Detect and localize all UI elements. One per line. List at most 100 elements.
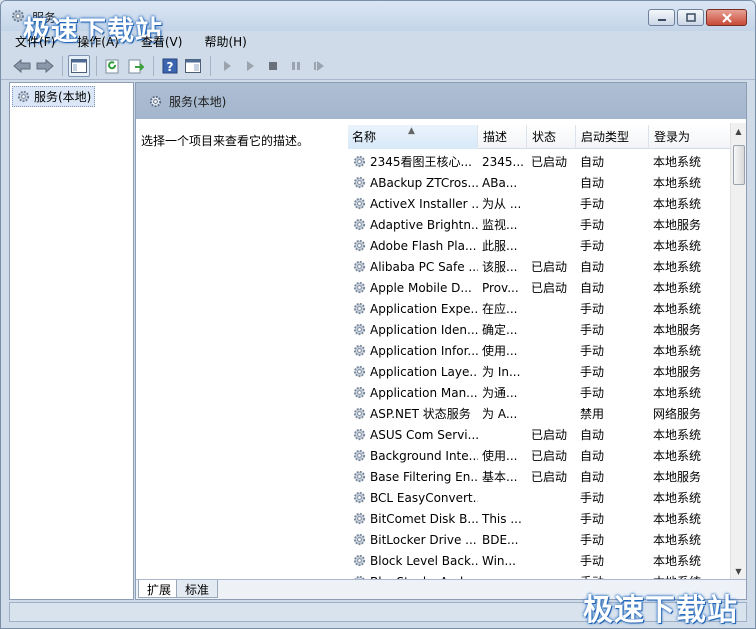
cell-log-on-as: 本地系统: [653, 260, 702, 274]
cell-description: 此服...: [482, 239, 518, 253]
table-row[interactable]: Adaptive Brightn... 监视... 手动 本地服务: [348, 214, 734, 235]
service-gear-icon: [353, 533, 366, 546]
tree-item-label: 服务(本地): [34, 90, 92, 104]
cell-name: Adaptive Brightn...: [348, 217, 478, 232]
menu-view[interactable]: 查看(V): [141, 33, 183, 50]
column-header-description[interactable]: 描述: [478, 125, 527, 149]
table-row[interactable]: ActiveX Installer ... 为从 ... 手动 本地系统: [348, 193, 734, 214]
restart-service-button[interactable]: [308, 55, 330, 77]
menu-action[interactable]: 操作(A): [77, 33, 119, 50]
close-button[interactable]: [706, 9, 747, 26]
table-row[interactable]: ASP.NET 状态服务为 A... 禁用 网络服务: [348, 403, 734, 424]
stop-service-button[interactable]: [262, 55, 284, 77]
description-text: 选择一个项目来查看它的描述。: [141, 134, 310, 148]
help-icon: ?: [162, 58, 178, 74]
table-row[interactable]: Application Infor... 使用... 手动 本地系统: [348, 340, 734, 361]
list-rows: 2345看图王核心... 2345... 已启动 自动 本地系统 ABackup ZTCr…: [348, 151, 734, 579]
cell-log-on-as: 本地服务: [653, 218, 702, 232]
cell-startup-type: 手动: [580, 491, 605, 505]
tab-extended[interactable]: 扩展: [138, 580, 181, 598]
export-list-button[interactable]: [125, 55, 147, 77]
watermark-logo-bottom: 极速下载站: [583, 593, 738, 628]
maximize-button[interactable]: [677, 9, 704, 26]
service-name: Apple Mobile D...: [370, 280, 472, 295]
tab-standard[interactable]: 标准: [176, 580, 219, 598]
scroll-up-arrow-icon[interactable]: ▲: [731, 123, 746, 139]
column-header-log-on-as[interactable]: 登录为: [649, 125, 734, 149]
table-row[interactable]: Application Iden... 确定... 手动 本地服务: [348, 319, 734, 340]
help-button[interactable]: ?: [159, 55, 181, 77]
table-row[interactable]: BitLocker Drive ... BDE... 手动 本地系统: [348, 529, 734, 550]
title-bar[interactable]: 服务 极速下载站: [1, 1, 755, 47]
table-row[interactable]: ABackup ZTCros... ABa... 自动 本地系统: [348, 172, 734, 193]
pause-service-button[interactable]: [285, 55, 307, 77]
scroll-down-arrow-icon[interactable]: ▼: [731, 563, 746, 579]
scrollbar-thumb[interactable]: [733, 145, 745, 185]
service-name: ASUS Com Servi...: [370, 427, 478, 442]
forward-button[interactable]: [34, 55, 56, 77]
table-row[interactable]: BlueStacks And...手动本地系统: [348, 571, 734, 579]
service-name: Application Expe...: [370, 301, 478, 316]
cell-log-on-as: 本地系统: [653, 281, 702, 295]
cell-description: 确定...: [482, 323, 518, 337]
cell-name: ActiveX Installer ...: [348, 196, 478, 211]
content-header-title: 服务(本地): [169, 94, 227, 109]
table-row[interactable]: 2345看图王核心... 2345... 已启动 自动 本地系统: [348, 151, 734, 172]
table-row[interactable]: Application Expe... 在应... 手动 本地系统: [348, 298, 734, 319]
cell-name: 2345看图王核心...: [348, 153, 478, 170]
table-row[interactable]: Alibaba PC Safe ... 该服... 已启动 自动 本地系统: [348, 256, 734, 277]
toolbar: ?: [1, 52, 755, 80]
menu-help[interactable]: 帮助(H): [204, 33, 246, 50]
table-row[interactable]: Application Man... 为通... 手动 本地系统: [348, 382, 734, 403]
table-row[interactable]: Background Inte... 使用... 已启动 自动 本地系统: [348, 445, 734, 466]
cell-description: 使用...: [482, 344, 518, 358]
cell-log-on-as: 本地系统: [653, 197, 702, 211]
column-header-name[interactable]: ▲ 名称: [348, 125, 478, 149]
column-header-status[interactable]: 状态: [527, 125, 576, 149]
table-row[interactable]: Application Laye... 为 In... 手动 本地服务: [348, 361, 734, 382]
cell-name: BitLocker Drive ...: [348, 532, 478, 547]
cell-log-on-as: 本地系统: [653, 176, 702, 190]
menu-file[interactable]: 文件(F): [15, 33, 55, 50]
start-service-icon: [224, 60, 231, 71]
svg-text:?: ?: [167, 60, 174, 74]
cell-log-on-as: 网络服务: [653, 407, 702, 421]
cell-startup-type: 自动: [580, 281, 605, 295]
back-icon: [13, 58, 31, 73]
cell-log-on-as: 本地系统: [653, 449, 702, 463]
cell-status: 已启动: [531, 449, 568, 463]
service-gear-icon: [353, 281, 366, 294]
column-header-startup-type[interactable]: 启动类型: [576, 125, 649, 149]
refresh-button[interactable]: [102, 55, 124, 77]
service-gear-icon: [353, 365, 366, 378]
cell-log-on-as: 本地系统: [653, 512, 702, 526]
services-list: ▲ 名称 描述 状态 启动类型 登录为 2345看图王核心... 2345... 已…: [348, 123, 746, 579]
start-service-button[interactable]: [216, 55, 238, 77]
show-hide-console-tree-button[interactable]: [68, 54, 90, 77]
service-gear-icon: [353, 344, 366, 357]
toolbar-separator: [62, 55, 63, 76]
cell-startup-type: 自动: [580, 155, 605, 169]
cell-description: BDE...: [482, 532, 519, 547]
service-gear-icon: [353, 407, 366, 420]
tree-item-services-local[interactable]: 服务(本地): [12, 86, 96, 107]
start-service-alt-button[interactable]: [239, 55, 261, 77]
table-row[interactable]: Base Filtering En... 基本... 已启动 自动 本地服务: [348, 466, 734, 487]
service-name: Application Laye...: [370, 364, 478, 379]
table-row[interactable]: BitComet Disk B... This ... 手动 本地系统: [348, 508, 734, 529]
table-row[interactable]: BCL EasyConvert... 手动 本地系统: [348, 487, 734, 508]
cell-name: BCL EasyConvert...: [348, 490, 478, 505]
service-name: BCL EasyConvert...: [370, 490, 478, 505]
vertical-scrollbar[interactable]: ▲ ▼: [730, 123, 746, 579]
table-row[interactable]: Apple Mobile D... Prov... 已启动 自动 本地系统: [348, 277, 734, 298]
table-row[interactable]: ASUS Com Servi... 已启动 自动 本地系统: [348, 424, 734, 445]
minimize-button[interactable]: [648, 9, 675, 26]
show-hide-console-tree-icon: [71, 58, 87, 73]
service-gear-icon: [353, 176, 366, 189]
back-button[interactable]: [11, 55, 33, 77]
table-row[interactable]: Adobe Flash Pla... 此服... 手动 本地系统: [348, 235, 734, 256]
table-row[interactable]: Block Level Back... Win... 手动 本地系统: [348, 550, 734, 571]
properties-button[interactable]: [182, 55, 204, 77]
cell-description: ABa...: [482, 175, 518, 190]
cell-description: This ...: [482, 511, 522, 526]
